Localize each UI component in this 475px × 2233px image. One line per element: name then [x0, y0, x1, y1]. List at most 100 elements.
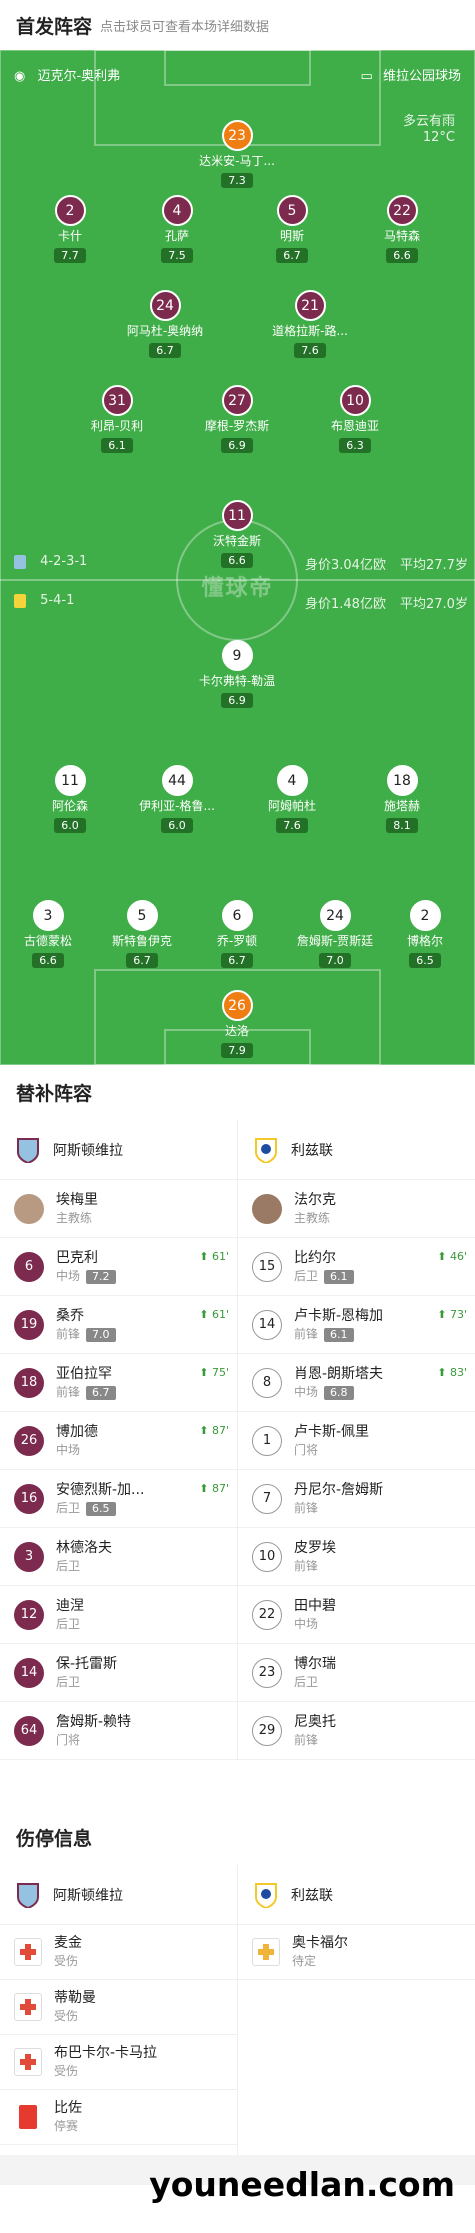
player-rating: 7.6: [294, 343, 326, 358]
player-name: 卢卡斯-恩梅加: [294, 1307, 384, 1324]
player-name: 亚伯拉罕: [56, 1365, 112, 1382]
player-position: 前锋: [294, 1326, 319, 1341]
footer: youneedlan.com: [0, 2155, 475, 2233]
sub-on-time: ⬆ 87': [199, 1482, 229, 1495]
leeds-player[interactable]: 2 博格尔 6.5: [375, 900, 475, 968]
player-rating: 7.7: [54, 248, 86, 263]
player-rating: 6.5: [409, 953, 441, 968]
villa-coach[interactable]: 埃梅里 主教练: [0, 1180, 237, 1238]
villa-player[interactable]: 23 达米安-马丁... 7.3: [187, 120, 287, 188]
player-name: 奥卡福尔: [292, 1935, 348, 1951]
injury-row[interactable]: 蒂勒曼 受伤: [0, 1980, 237, 2035]
player-name: 布巴卡尔-卡马拉: [54, 2045, 158, 2061]
jersey-number: 23: [252, 1657, 282, 1688]
villa-player[interactable]: 11 沃特金斯 6.6: [187, 500, 287, 568]
player-name: 博加德: [56, 1423, 98, 1440]
player-rating: 6.7: [126, 953, 158, 968]
sub-player-row[interactable]: 14 保-托雷斯 后卫: [0, 1644, 237, 1702]
villa-player[interactable]: 10 布恩迪亚 6.3: [305, 385, 405, 453]
villa-team-row[interactable]: 阿斯顿维拉: [0, 1120, 237, 1180]
leeds-player[interactable]: 18 施塔赫 8.1: [352, 765, 452, 833]
subs-title: 替补阵容: [16, 1083, 93, 1105]
villa-player[interactable]: 24 阿马杜-奥纳纳 6.7: [115, 290, 215, 358]
sub-player-row[interactable]: 15 比约尔 后卫 6.1 ⬆ 46': [238, 1238, 475, 1296]
sub-player-row[interactable]: 23 博尔瑞 后卫: [238, 1644, 475, 1702]
player-position: 前锋: [56, 1384, 81, 1399]
leeds-player[interactable]: 9 卡尔弗特-勒温 6.9: [187, 640, 287, 708]
medical-cross-icon: [14, 1993, 42, 2021]
player-position: 中场: [294, 1616, 319, 1631]
player-position: 门将: [294, 1442, 319, 1457]
injury-status: 受伤: [54, 2064, 79, 2078]
sub-minute: 73': [449, 1308, 467, 1321]
injury-row[interactable]: 麦金 受伤: [0, 1925, 237, 1980]
sub-player-row[interactable]: 64 詹姆斯-赖特 门将: [0, 1702, 237, 1760]
coach-name: 埃梅里: [56, 1191, 98, 1208]
sub-player-row[interactable]: 14 卢卡斯-恩梅加 前锋 6.1 ⬆ 73': [238, 1296, 475, 1354]
injury-row[interactable]: 奥卡福尔 待定: [238, 1925, 475, 1980]
leeds-player[interactable]: 5 斯特鲁伊克 6.7: [92, 900, 192, 968]
villa-team-row[interactable]: 阿斯顿维拉: [0, 1865, 237, 1925]
leeds-team-row[interactable]: 利兹联: [238, 1120, 475, 1180]
leeds-team-row[interactable]: 利兹联: [238, 1865, 475, 1925]
villa-player[interactable]: 4 孔萨 7.5: [127, 195, 227, 263]
sub-player-row[interactable]: 7 丹尼尔-詹姆斯 前锋: [238, 1470, 475, 1528]
player-rating: 6.1: [101, 438, 133, 453]
leeds-player[interactable]: 6 乔-罗顿 6.7: [187, 900, 287, 968]
player-position: 后卫: [294, 1268, 319, 1283]
villa-crest-icon: [14, 554, 26, 569]
sub-on-time: ⬆ 46': [437, 1250, 467, 1263]
jersey-number: 4: [276, 765, 308, 796]
player-position: 前锋: [56, 1326, 81, 1341]
sub-player-row[interactable]: 16 安德烈斯-加... 后卫 6.5 ⬆ 87': [0, 1470, 237, 1528]
weather: 多云有雨: [402, 114, 455, 129]
sub-player-row[interactable]: 3 林德洛夫 后卫: [0, 1528, 237, 1586]
villa-player[interactable]: 2 卡什 7.7: [20, 195, 120, 263]
venue-info: ▭ 维拉公园球场: [361, 65, 461, 84]
villa-player[interactable]: 22 马特森 6.6: [352, 195, 452, 263]
leeds-player[interactable]: 3 古德蒙松 6.6: [0, 900, 98, 968]
sub-player-row[interactable]: 18 亚伯拉罕 前锋 6.7 ⬆ 75': [0, 1354, 237, 1412]
jersey-number: 44: [161, 765, 193, 796]
jersey-number: 5: [126, 900, 158, 931]
player-name: 皮罗埃: [294, 1539, 336, 1556]
player-name: 田中碧: [294, 1597, 336, 1614]
sub-player-row[interactable]: 12 迪涅 后卫: [0, 1586, 237, 1644]
sub-player-row[interactable]: 22 田中碧 中场: [238, 1586, 475, 1644]
leeds-player[interactable]: 24 詹姆斯-贾斯廷 7.0: [285, 900, 385, 968]
leeds-player[interactable]: 11 阿伦森 6.0: [20, 765, 120, 833]
villa-formation-text: 4-2-3-1: [40, 554, 88, 569]
villa-player[interactable]: 27 摩根-罗杰斯 6.9: [187, 385, 287, 453]
sub-player-row[interactable]: 1 卢卡斯-佩里 门将: [238, 1412, 475, 1470]
injury-status: 停赛: [54, 2119, 79, 2133]
player-rating: 6.6: [32, 953, 64, 968]
villa-value: 身价3.04亿欧: [305, 558, 386, 573]
player-rating: 6.5: [86, 1501, 116, 1516]
villa-player[interactable]: 31 利昂-贝利 6.1: [67, 385, 167, 453]
sub-player-row[interactable]: 10 皮罗埃 前锋: [238, 1528, 475, 1586]
sub-player-row[interactable]: 8 肖恩-朗斯塔夫 中场 6.8 ⬆ 83': [238, 1354, 475, 1412]
venue-name: 维拉公园球场: [382, 69, 461, 84]
sub-player-row[interactable]: 26 博加德 中场 ⬆ 87': [0, 1412, 237, 1470]
injury-status: 待定: [292, 1954, 317, 1968]
sub-player-row[interactable]: 29 尼奥托 前锋: [238, 1702, 475, 1760]
player-rating: 6.0: [161, 818, 193, 833]
sub-player-row[interactable]: 6 巴克利 中场 7.2 ⬆ 61': [0, 1238, 237, 1296]
leeds-player[interactable]: 44 伊利亚-格鲁... 6.0: [127, 765, 227, 833]
leeds-player[interactable]: 4 阿姆帕杜 7.6: [242, 765, 342, 833]
jersey-number: 24: [149, 290, 181, 321]
player-name: 马特森: [383, 229, 420, 243]
pitch: ◉ 迈克尔-奥利弗 ▭ 维拉公园球场 多云有雨 12°C 懂球帝 4-2-3-1…: [0, 50, 475, 1065]
player-name: 丹尼尔-詹姆斯: [294, 1481, 384, 1498]
injury-row[interactable]: 布巴卡尔-卡马拉 受伤: [0, 2035, 237, 2090]
injury-status: 受伤: [54, 1954, 79, 1968]
leeds-player[interactable]: 26 达洛 7.9: [187, 990, 287, 1058]
leeds-coach[interactable]: 法尔克 主教练: [238, 1180, 475, 1238]
villa-player[interactable]: 5 明斯 6.7: [242, 195, 342, 263]
jersey-number: 22: [386, 195, 418, 226]
injury-row[interactable]: 比佐 停赛: [0, 2090, 237, 2145]
sub-player-row[interactable]: 19 桑乔 前锋 7.0 ⬆ 61': [0, 1296, 237, 1354]
team-name: 阿斯顿维拉: [53, 1142, 123, 1159]
villa-player[interactable]: 21 道格拉斯-路... 7.6: [260, 290, 360, 358]
jersey-number: 23: [221, 120, 253, 151]
